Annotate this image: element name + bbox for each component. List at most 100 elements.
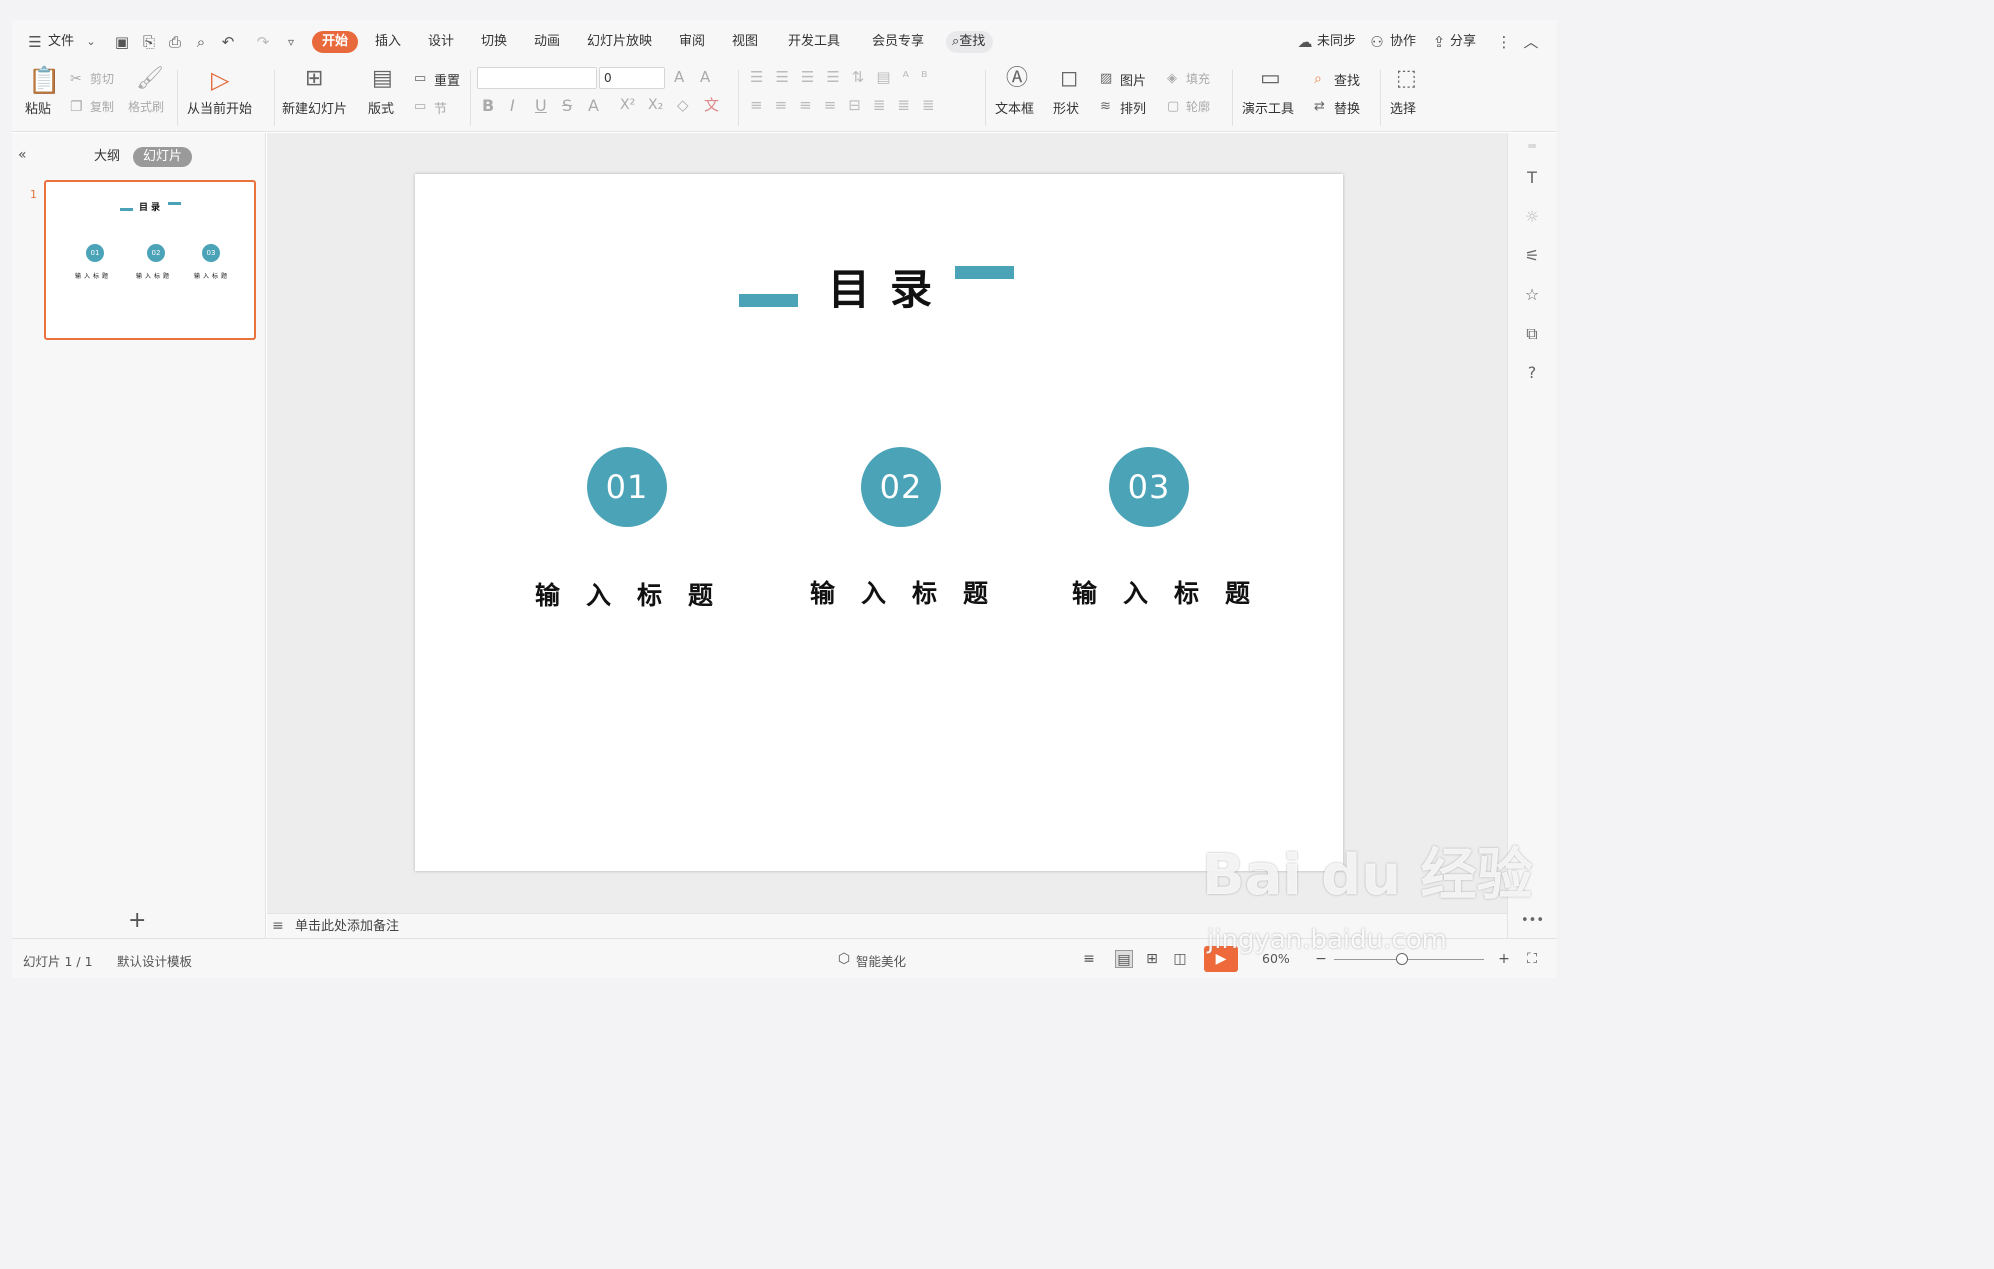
sorter-view-icon[interactable]: ⊞ xyxy=(1143,950,1161,968)
decrease-font-icon[interactable]: A xyxy=(700,70,710,85)
play-icon[interactable]: ▷ xyxy=(211,68,229,92)
text-box-icon[interactable]: Ⓐ xyxy=(1006,68,1028,90)
notes-toggle-icon[interactable]: ≡ xyxy=(1080,950,1098,968)
lightbulb-icon[interactable]: ☼ xyxy=(1521,206,1543,228)
paste-button[interactable]: 粘贴 xyxy=(25,98,51,117)
new-slide-icon[interactable]: ⊞ xyxy=(305,68,323,90)
collapse-panel-icon[interactable]: « xyxy=(18,147,27,163)
add-slide-icon[interactable]: + xyxy=(128,908,146,933)
cloud-save-icon[interactable]: ⎘ xyxy=(140,33,158,51)
bold-icon[interactable]: B xyxy=(482,98,494,114)
zoom-slider-thumb[interactable] xyxy=(1396,953,1408,965)
tab-start[interactable]: 开始 xyxy=(312,31,359,53)
arrange-button[interactable]: 排列 xyxy=(1120,98,1146,117)
font-name-select[interactable] xyxy=(477,67,597,89)
search-box[interactable]: ⌕查找 xyxy=(946,31,994,53)
format-painter-button[interactable]: 格式刷 xyxy=(128,98,164,115)
strikethrough-icon[interactable]: S xyxy=(562,98,572,114)
tab-member[interactable]: 会员专享 xyxy=(872,31,924,53)
phonetic-icon[interactable]: 文 xyxy=(704,98,719,113)
chevron-down-icon[interactable]: ⌄ xyxy=(82,33,100,51)
item-circle-02[interactable]: 02 xyxy=(861,447,941,527)
tab-animation[interactable]: 动画 xyxy=(534,31,560,53)
font-color-icon[interactable]: A xyxy=(588,98,599,114)
tab-transition[interactable]: 切换 xyxy=(481,31,507,53)
tab-slideshow[interactable]: 幻灯片放映 xyxy=(587,31,652,53)
fill-button[interactable]: 填充 xyxy=(1186,70,1210,87)
tab-review[interactable]: 审阅 xyxy=(679,31,705,53)
shape-icon[interactable]: ◻ xyxy=(1060,68,1078,90)
undo-icon[interactable]: ↶ xyxy=(219,33,237,51)
slideshow-play-icon[interactable]: ▶ xyxy=(1204,946,1238,972)
more-icon[interactable]: ⋮ xyxy=(1495,33,1513,51)
template-name[interactable]: 默认设计模板 xyxy=(117,951,192,970)
zoom-slider-track[interactable] xyxy=(1334,959,1484,960)
redo-icon[interactable]: ↷ xyxy=(254,33,272,51)
layout-button[interactable]: 版式 xyxy=(368,98,394,117)
shape-button[interactable]: 形状 xyxy=(1053,98,1079,117)
tab-outline[interactable]: 大纲 xyxy=(94,147,120,167)
item-label-01[interactable]: 输入标题 xyxy=(535,576,739,612)
print-preview-icon[interactable]: ⌕ xyxy=(192,33,210,51)
tab-slides[interactable]: 幻灯片 xyxy=(133,147,193,167)
present-tools-icon[interactable]: ▭ xyxy=(1260,68,1281,90)
more-options-icon[interactable]: ••• xyxy=(1521,910,1544,932)
reset-button[interactable]: 重置 xyxy=(434,70,460,89)
text-box-button[interactable]: 文本框 xyxy=(995,98,1034,117)
section-button[interactable]: 节 xyxy=(434,98,447,117)
star-icon[interactable]: ☆ xyxy=(1521,284,1543,306)
cut-button[interactable]: 剪切 xyxy=(90,70,114,87)
list-icons[interactable]: ☰☰☰☰⇅▤ᴬᴮ xyxy=(750,70,939,85)
superscript-icon[interactable]: X² xyxy=(620,98,635,112)
zoom-level[interactable]: 60% xyxy=(1262,951,1290,966)
align-icons[interactable]: ≡≡≡≡⊟≣≣≣ xyxy=(750,98,947,113)
adjust-icon[interactable]: ⚟ xyxy=(1521,245,1543,267)
slide-title[interactable]: 目录 xyxy=(828,256,952,317)
tab-developer[interactable]: 开发工具 xyxy=(788,31,840,53)
item-label-03[interactable]: 输入标题 xyxy=(1072,574,1276,610)
layout-icon[interactable]: ▤ xyxy=(372,68,393,90)
outline-button[interactable]: 轮廓 xyxy=(1186,98,1210,115)
paste-icon[interactable]: 📋 xyxy=(28,68,60,94)
select-button[interactable]: 选择 xyxy=(1390,98,1416,117)
fit-window-icon[interactable]: ⛶ xyxy=(1523,950,1541,968)
find-button[interactable]: 查找 xyxy=(1334,70,1360,89)
tab-view[interactable]: 视图 xyxy=(732,31,758,53)
print-icon[interactable]: ⎙ xyxy=(166,33,184,51)
zoom-out-icon[interactable]: − xyxy=(1312,950,1330,968)
tab-insert[interactable]: 插入 xyxy=(375,31,401,53)
italic-icon[interactable]: I xyxy=(510,98,515,114)
sidebar-handle-icon[interactable]: ═ xyxy=(1521,135,1543,157)
hamburger-icon[interactable]: ☰ xyxy=(26,33,44,51)
notes-pane[interactable]: ≡ 单击此处添加备注 xyxy=(267,913,1507,938)
sync-status[interactable]: 未同步 xyxy=(1317,31,1356,53)
zoom-in-icon[interactable]: + xyxy=(1495,950,1513,968)
text-style-icon[interactable]: T xyxy=(1521,167,1543,189)
font-size-select[interactable]: 0 xyxy=(599,67,665,89)
help-icon[interactable]: ? xyxy=(1521,362,1543,384)
copy-button[interactable]: 复制 xyxy=(90,98,114,115)
normal-view-icon[interactable]: ▤ xyxy=(1115,950,1133,968)
picture-button[interactable]: 图片 xyxy=(1120,70,1146,89)
item-circle-01[interactable]: 01 xyxy=(587,447,667,527)
file-menu[interactable]: 文件 xyxy=(48,31,74,53)
collaborate-button[interactable]: 协作 xyxy=(1390,31,1416,53)
reading-view-icon[interactable]: ◫ xyxy=(1171,950,1189,968)
share-button[interactable]: 分享 xyxy=(1450,31,1476,53)
increase-font-icon[interactable]: A xyxy=(674,70,684,85)
slide-thumbnail[interactable]: 目录 01 02 03 输入标题 输入标题 输入标题 xyxy=(44,180,256,340)
clear-format-icon[interactable]: ◇ xyxy=(677,98,689,113)
tab-design[interactable]: 设计 xyxy=(428,31,454,53)
item-circle-03[interactable]: 03 xyxy=(1109,447,1189,527)
customize-toolbar-icon[interactable]: ▿ xyxy=(282,33,300,51)
layers-icon[interactable]: ⧉ xyxy=(1521,323,1543,345)
item-label-02[interactable]: 输入标题 xyxy=(810,574,1014,610)
underline-icon[interactable]: U xyxy=(535,98,547,114)
select-icon[interactable]: ⬚ xyxy=(1396,68,1417,90)
collapse-ribbon-icon[interactable]: ︿ xyxy=(1522,33,1540,51)
new-slide-button[interactable]: 新建幻灯片 xyxy=(282,98,347,117)
slide[interactable]: 目录 01 02 03 输入标题 输入标题 输入标题 xyxy=(415,174,1343,871)
replace-button[interactable]: 替换 xyxy=(1334,98,1360,117)
save-icon[interactable]: ▣ xyxy=(113,33,131,51)
present-tools-button[interactable]: 演示工具 xyxy=(1242,98,1294,117)
